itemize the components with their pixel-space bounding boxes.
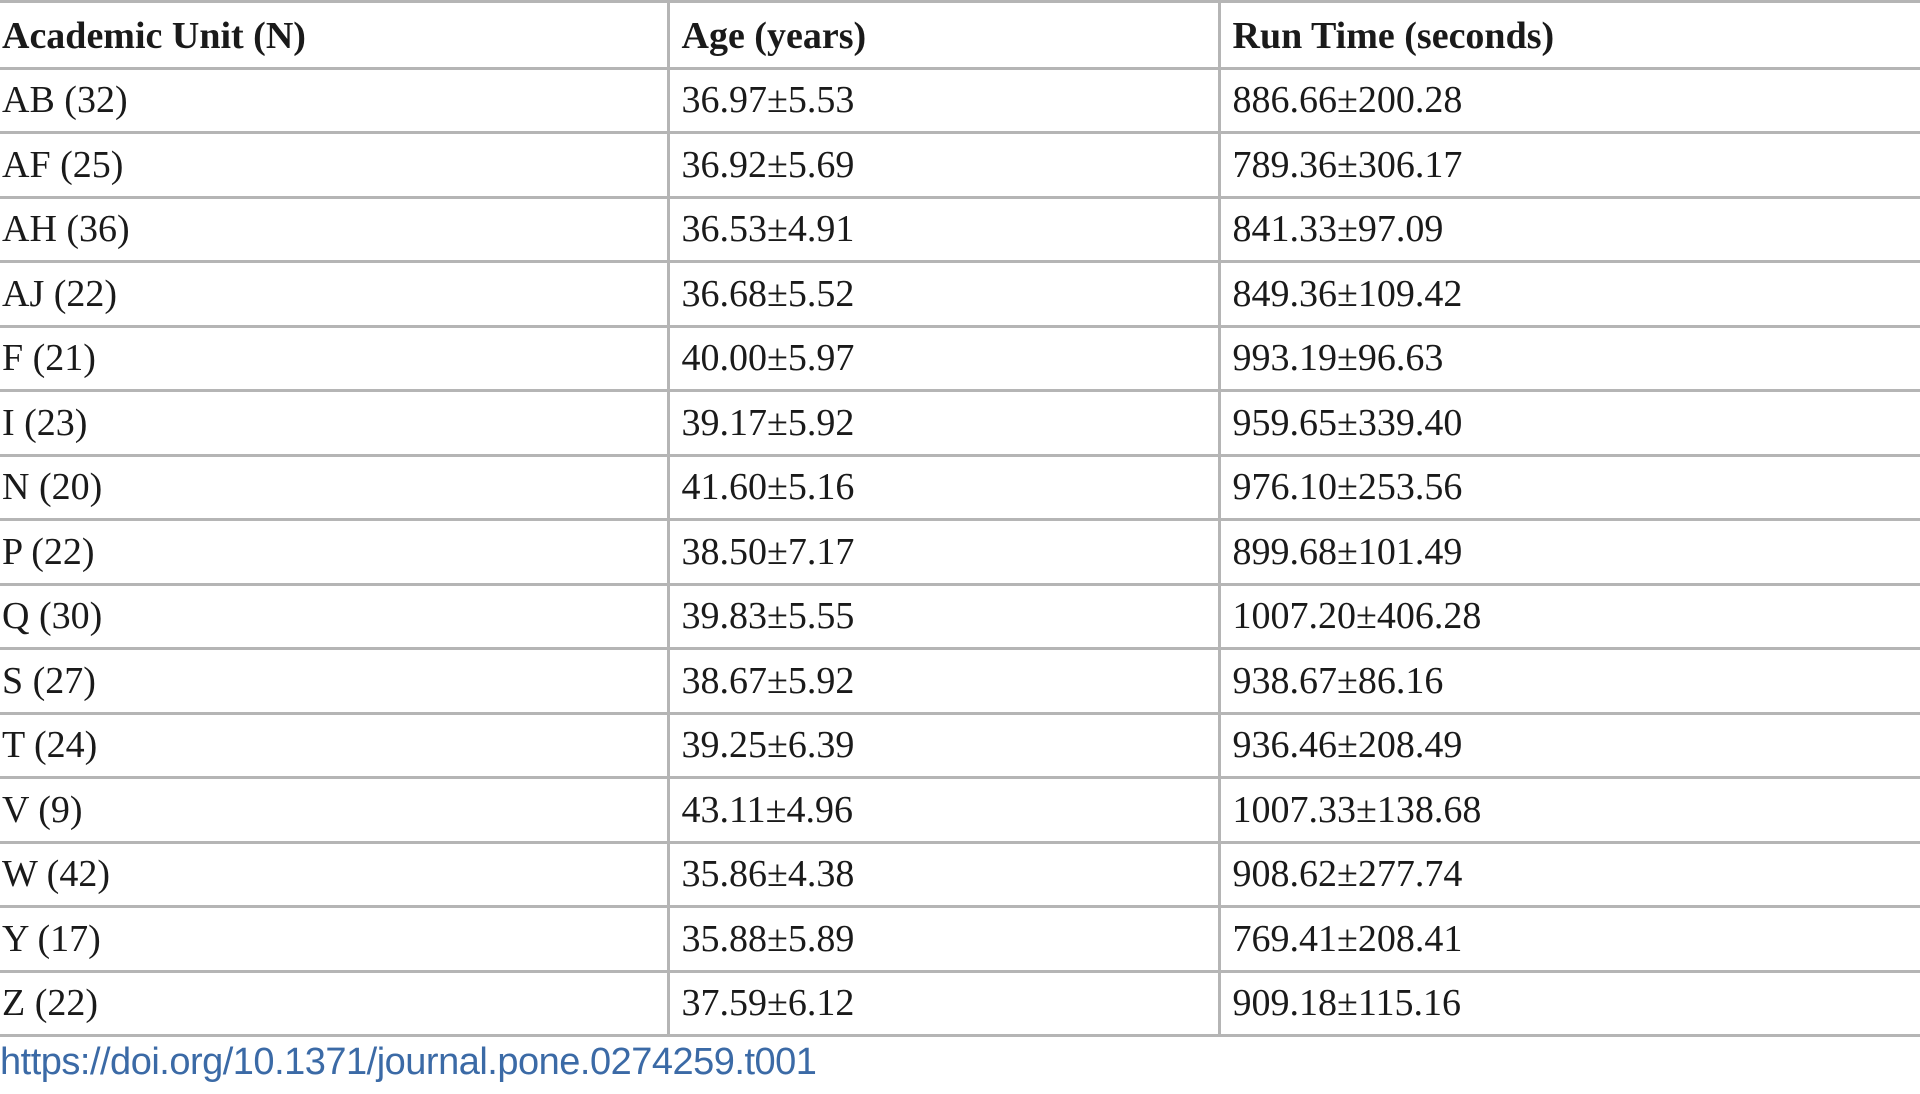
cell-academic-unit: Q (30) [0,584,668,650]
cell-academic-unit: AB (32) [0,68,668,134]
cell-age: 35.86±4.38 [666,842,1219,908]
cell-age: 43.11±4.96 [666,777,1219,844]
table-row: V (9) 43.11±4.96 1007.33±138.68 [0,777,1920,844]
cell-age: 41.60±5.16 [666,455,1219,521]
cell-age: 36.53±4.91 [666,197,1219,263]
cell-age: 36.92±5.69 [666,132,1219,199]
cell-run-time: 769.41±208.41 [1217,906,1920,973]
cell-run-time: 841.33±97.09 [1217,197,1920,263]
cell-age: 39.25±6.39 [666,713,1219,779]
cell-run-time: 886.66±200.28 [1217,68,1920,134]
table-row: S (27) 38.67±5.92 938.67±86.16 [0,648,1920,715]
cell-academic-unit: T (24) [0,713,668,779]
table-row: Q (30) 39.83±5.55 1007.20±406.28 [0,584,1920,650]
cell-age: 37.59±6.12 [666,971,1219,1037]
doi-link[interactable]: https://doi.org/10.1371/journal.pone.027… [0,1041,817,1084]
cell-academic-unit: V (9) [0,777,668,844]
table-row: AJ (22) 36.68±5.52 849.36±109.42 [0,261,1920,328]
cell-age: 38.50±7.17 [666,519,1219,586]
cell-age: 35.88±5.89 [666,906,1219,973]
cell-age: 36.97±5.53 [666,68,1219,134]
cell-run-time: 909.18±115.16 [1217,971,1920,1037]
data-table: Academic Unit (N) Age (years) Run Time (… [0,0,1920,1037]
cell-run-time: 976.10±253.56 [1217,455,1920,521]
cell-run-time: 1007.20±406.28 [1217,584,1920,650]
cell-run-time: 936.46±208.49 [1217,713,1920,779]
table-container: Academic Unit (N) Age (years) Run Time (… [0,0,1920,1037]
header-run-time: Run Time (seconds) [1217,0,1920,70]
cell-academic-unit: S (27) [0,648,668,715]
header-row: Academic Unit (N) Age (years) Run Time (… [0,0,1920,70]
cell-academic-unit: AH (36) [0,197,668,263]
table-row: I (23) 39.17±5.92 959.65±339.40 [0,390,1920,457]
table-row: Z (22) 37.59±6.12 909.18±115.16 [0,971,1920,1037]
table-row: N (20) 41.60±5.16 976.10±253.56 [0,455,1920,521]
cell-age: 39.83±5.55 [666,584,1219,650]
cell-run-time: 938.67±86.16 [1217,648,1920,715]
cell-run-time: 993.19±96.63 [1217,326,1920,392]
cell-run-time: 849.36±109.42 [1217,261,1920,328]
cell-age: 40.00±5.97 [666,326,1219,392]
cell-run-time: 899.68±101.49 [1217,519,1920,586]
header-age: Age (years) [666,0,1219,70]
table-body: AB (32) 36.97±5.53 886.66±200.28 AF (25) 36.… [0,68,1920,1037]
cell-age: 39.17±5.92 [666,390,1219,457]
cell-academic-unit: AJ (22) [0,261,668,328]
table-row: AH (36) 36.53±4.91 841.33±97.09 [0,197,1920,263]
cell-academic-unit: Y (17) [0,906,668,973]
header-academic-unit: Academic Unit (N) [0,0,668,70]
table-row: AB (32) 36.97±5.53 886.66±200.28 [0,68,1920,134]
cell-academic-unit: AF (25) [0,132,668,199]
table-row: P (22) 38.50±7.17 899.68±101.49 [0,519,1920,586]
cell-academic-unit: F (21) [0,326,668,392]
cell-age: 36.68±5.52 [666,261,1219,328]
table-row: AF (25) 36.92±5.69 789.36±306.17 [0,132,1920,199]
table-row: W (42) 35.86±4.38 908.62±277.74 [0,842,1920,908]
cell-academic-unit: I (23) [0,390,668,457]
table-row: Y (17) 35.88±5.89 769.41±208.41 [0,906,1920,973]
cell-age: 38.67±5.92 [666,648,1219,715]
table-row: T (24) 39.25±6.39 936.46±208.49 [0,713,1920,779]
cell-academic-unit: P (22) [0,519,668,586]
cell-academic-unit: N (20) [0,455,668,521]
cell-run-time: 908.62±277.74 [1217,842,1920,908]
cell-run-time: 1007.33±138.68 [1217,777,1920,844]
cell-academic-unit: Z (22) [0,971,668,1037]
cell-run-time: 789.36±306.17 [1217,132,1920,199]
cell-run-time: 959.65±339.40 [1217,390,1920,457]
table-row: F (21) 40.00±5.97 993.19±96.63 [0,326,1920,392]
cell-academic-unit: W (42) [0,842,668,908]
